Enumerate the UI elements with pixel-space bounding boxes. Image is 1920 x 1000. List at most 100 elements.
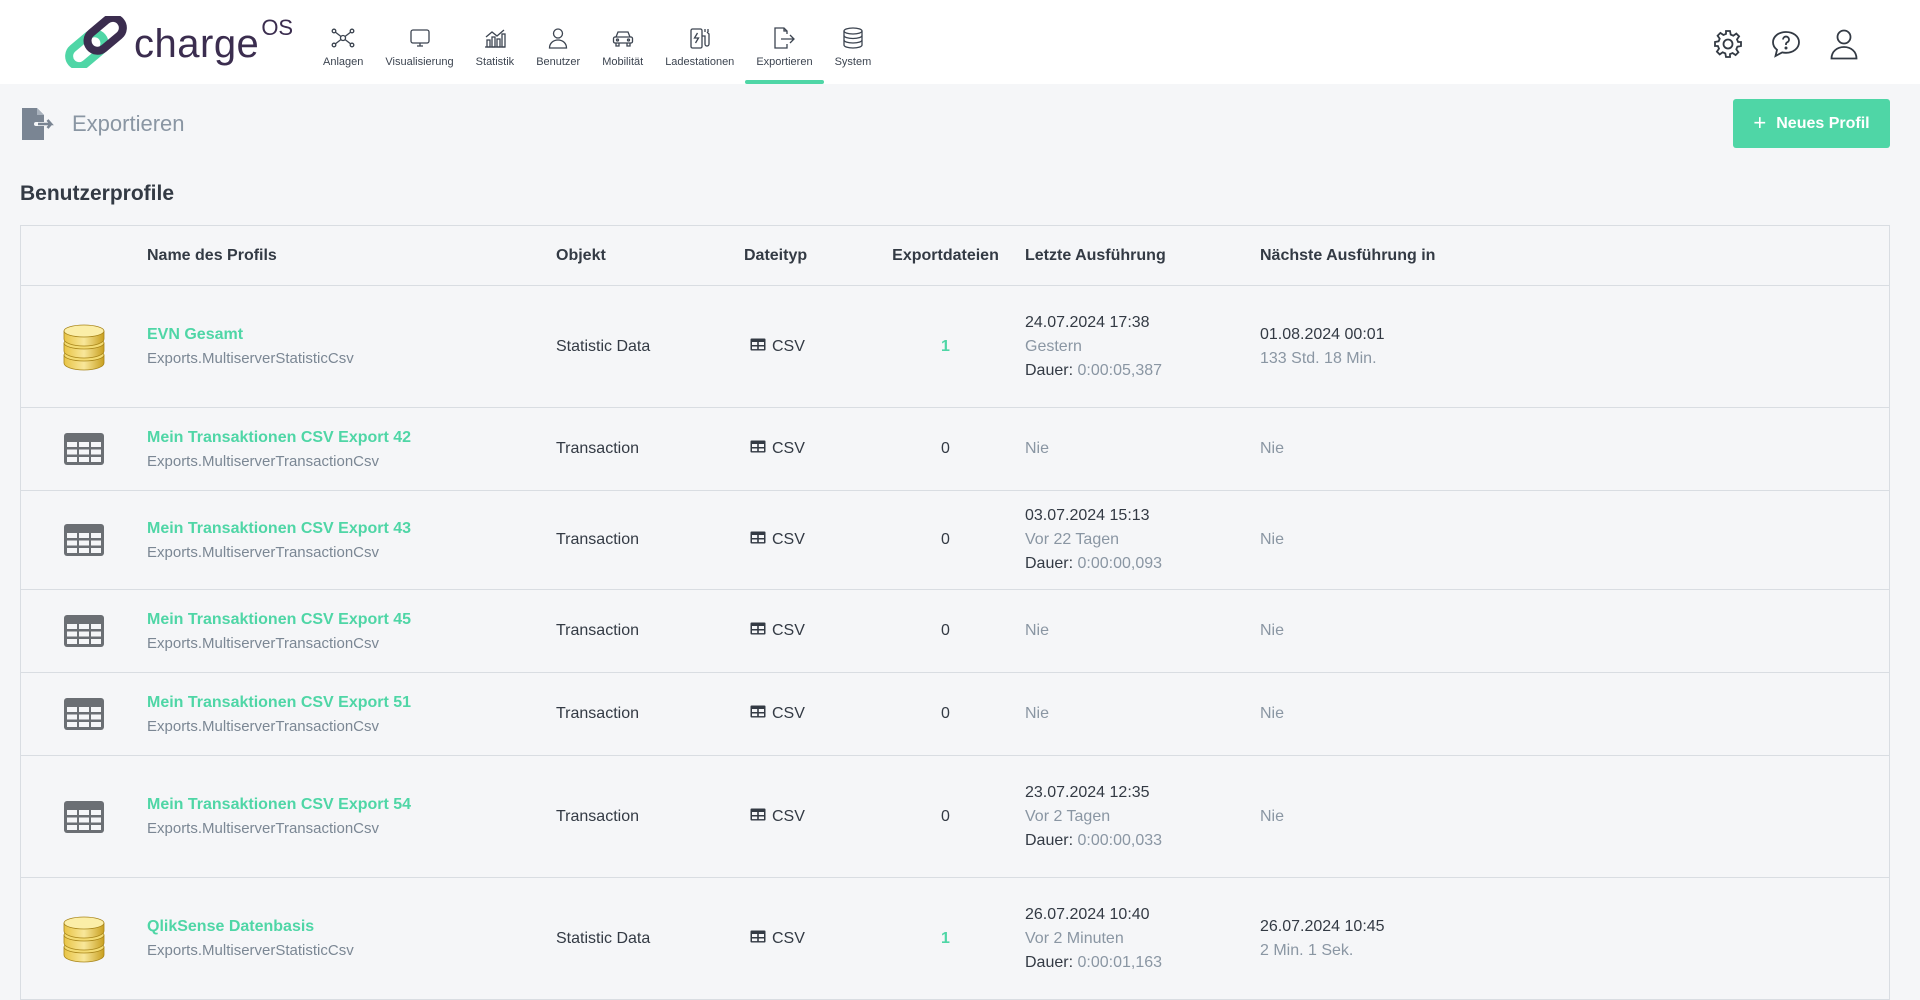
- table-row[interactable]: Mein Transaktionen CSV Export 45 Exports…: [21, 590, 1889, 673]
- plus-icon: +: [1753, 109, 1767, 135]
- nav-item-anlagen[interactable]: Anlagen: [312, 0, 374, 84]
- header-object[interactable]: Objekt: [556, 247, 744, 265]
- section-title: Benutzerprofile: [20, 182, 175, 205]
- table-row[interactable]: QlikSense Datenbasis Exports.Multiserver…: [21, 878, 1889, 1000]
- nav-item-system[interactable]: System: [824, 0, 883, 84]
- export-files-count: 0: [941, 807, 950, 825]
- table-row[interactable]: Mein Transaktionen CSV Export 54 Exports…: [21, 756, 1889, 878]
- new-profile-button[interactable]: + Neues Profil: [1733, 99, 1890, 148]
- profile-class: Exports.MultiserverTransactionCsv: [147, 543, 380, 561]
- profile-name-cell: Mein Transaktionen CSV Export 42 Exports…: [147, 429, 556, 470]
- table-small-icon: [750, 531, 766, 549]
- next-run-date: 01.08.2024 00:01: [1260, 325, 1385, 343]
- last-run-cell: Nie: [1025, 440, 1260, 458]
- filetype-label: CSV: [772, 929, 805, 947]
- export-icon: [771, 26, 797, 50]
- next-run-never: Nie: [1260, 705, 1285, 722]
- profile-class: Exports.MultiserverStatisticCsv: [147, 350, 354, 367]
- next-run-never: Nie: [1260, 440, 1285, 457]
- filetype-cell: CSV: [744, 338, 866, 356]
- object-value: Statistic Data: [556, 337, 651, 355]
- database-icon: [840, 26, 866, 50]
- table-row[interactable]: Mein Transaktionen CSV Export 51 Exports…: [21, 673, 1889, 756]
- duration: Dauer: 0:00:05,387: [1025, 362, 1260, 380]
- gear-icon[interactable]: [1712, 28, 1744, 60]
- files-cell: 0: [866, 440, 1025, 458]
- table-grid-icon: [21, 431, 147, 467]
- profile-name-link[interactable]: Mein Transaktionen CSV Export 42: [147, 429, 556, 447]
- duration-value: 0:00:00,093: [1077, 555, 1163, 572]
- export-files-count: 0: [941, 531, 950, 548]
- next-run-countdown: 133 Std. 18 Min.: [1260, 349, 1377, 367]
- monitor-icon: [407, 26, 433, 50]
- nav-item-statistik[interactable]: Statistik: [465, 0, 526, 84]
- nav-item-exportieren[interactable]: Exportieren: [745, 0, 824, 84]
- profile-name-link[interactable]: Mein Transaktionen CSV Export 54: [147, 796, 556, 814]
- next-run-never: Nie: [1260, 531, 1285, 548]
- user-icon: [545, 26, 571, 50]
- table-small-icon: [750, 440, 766, 458]
- object-cell: Transaction: [556, 622, 744, 640]
- table-row[interactable]: Mein Transaktionen CSV Export 43 Exports…: [21, 491, 1889, 590]
- header-filetype[interactable]: Dateityp: [744, 247, 866, 265]
- header-name[interactable]: Name des Profils: [147, 247, 556, 265]
- last-run-date: 24.07.2024 17:38: [1025, 313, 1150, 331]
- profile-name-link[interactable]: Mein Transaktionen CSV Export 45: [147, 611, 556, 629]
- filetype-label: CSV: [772, 531, 805, 548]
- profile-name-link[interactable]: QlikSense Datenbasis: [147, 918, 556, 936]
- last-run-relative: Gestern: [1025, 337, 1082, 355]
- export-files-count[interactable]: 1: [941, 930, 950, 947]
- object-value: Transaction: [556, 622, 639, 639]
- profile-name-cell: EVN Gesamt Exports.MultiserverStatisticC…: [147, 326, 556, 367]
- last-run-cell: 03.07.2024 15:13 Vor 22 Tagen Dauer: 0:0…: [1025, 507, 1260, 573]
- chargeos-logo[interactable]: charge OS: [60, 15, 293, 68]
- top-right-icons: [1712, 28, 1860, 60]
- last-run-cell: 26.07.2024 10:40 Vor 2 Minuten Dauer: 0:…: [1025, 906, 1260, 972]
- profile-class: Exports.MultiserverTransactionCsv: [147, 452, 380, 470]
- object-cell: Transaction: [556, 440, 744, 458]
- last-run-relative: Vor 2 Minuten: [1025, 929, 1124, 947]
- user-account-icon[interactable]: [1828, 28, 1860, 60]
- table-grid-icon: [21, 522, 147, 558]
- help-chat-icon[interactable]: [1770, 28, 1802, 60]
- nav-item-mobilitaet[interactable]: Mobilität: [591, 0, 654, 84]
- profile-class: Exports.MultiserverTransactionCsv: [147, 820, 380, 837]
- filetype-cell: CSV: [744, 440, 866, 458]
- table-small-icon: [750, 930, 766, 948]
- duration-value: 0:00:05,387: [1077, 361, 1163, 379]
- table-grid-icon: [21, 696, 147, 732]
- last-run-relative: Vor 2 Tagen: [1025, 807, 1111, 825]
- nav-item-ladestationen[interactable]: Ladestationen: [654, 0, 745, 84]
- table-small-icon: [750, 705, 766, 723]
- page-header: Exportieren: [20, 104, 185, 144]
- header-last-run[interactable]: Letzte Ausführung: [1025, 247, 1260, 265]
- profile-class: Exports.MultiserverTransactionCsv: [147, 717, 380, 735]
- filetype-value: CSV: [750, 338, 866, 356]
- network-icon: [330, 26, 356, 50]
- car-icon: [610, 26, 636, 50]
- nav-label: Exportieren: [756, 56, 813, 68]
- table-row[interactable]: EVN Gesamt Exports.MultiserverStatisticC…: [21, 286, 1889, 408]
- nav-item-benutzer[interactable]: Benutzer: [525, 0, 591, 84]
- profile-name-link[interactable]: Mein Transaktionen CSV Export 51: [147, 694, 556, 712]
- duration-label: Dauer:: [1025, 361, 1074, 379]
- header-next-run[interactable]: Nächste Ausführung in: [1260, 247, 1560, 265]
- nav-item-visualisierung[interactable]: Visualisierung: [374, 0, 464, 84]
- export-files-count[interactable]: 1: [941, 338, 950, 355]
- next-run-never: Nie: [1260, 622, 1285, 639]
- object-value: Transaction: [556, 705, 639, 722]
- table-row[interactable]: Mein Transaktionen CSV Export 42 Exports…: [21, 408, 1889, 491]
- header-files[interactable]: Exportdateien: [866, 247, 1025, 265]
- profile-name-link[interactable]: Mein Transaktionen CSV Export 43: [147, 520, 556, 538]
- files-cell: 1: [866, 930, 1025, 948]
- table-small-icon: [750, 338, 766, 356]
- object-value: Transaction: [556, 807, 639, 825]
- object-cell: Transaction: [556, 808, 744, 826]
- profile-name-link[interactable]: EVN Gesamt: [147, 326, 556, 344]
- duration-label: Dauer:: [1025, 953, 1074, 971]
- files-cell: 0: [866, 705, 1025, 723]
- table-body: EVN Gesamt Exports.MultiserverStatisticC…: [21, 286, 1889, 1000]
- nav-label: Visualisierung: [385, 56, 454, 68]
- logo-text: charge: [134, 21, 260, 66]
- filetype-cell: CSV: [744, 930, 866, 948]
